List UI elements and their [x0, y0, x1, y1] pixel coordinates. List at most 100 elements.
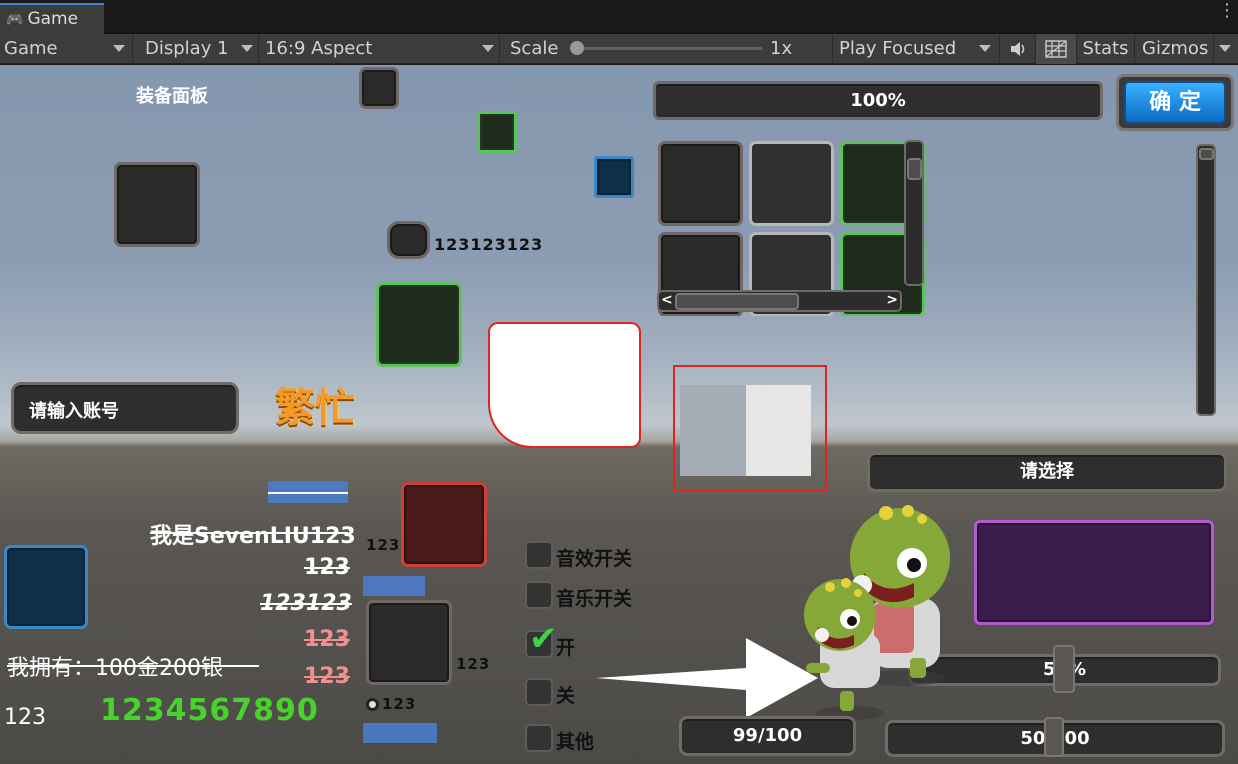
rich-text-line: 123 [304, 627, 350, 652]
slider-handle[interactable] [1044, 717, 1064, 757]
top-progress-text: 100% [850, 90, 906, 111]
scrollbar-handle[interactable] [907, 158, 922, 180]
strike-line [268, 492, 348, 494]
plain-number: 123 [4, 705, 46, 730]
stats-button[interactable]: Stats [1077, 34, 1135, 64]
toggle-grid-button[interactable] [1036, 34, 1077, 64]
play-mode-label: Play Focused [839, 38, 957, 59]
display-label: Display 1 [145, 38, 229, 59]
scale-slider-handle[interactable] [570, 41, 584, 55]
tab-game-label: Game [27, 9, 79, 29]
slider-handle[interactable] [1053, 645, 1075, 693]
aspect-dropdown[interactable]: 16:9 Aspect [259, 34, 500, 64]
scrollbar-handle[interactable] [1199, 148, 1214, 160]
vertical-scrollbar[interactable] [1196, 144, 1216, 416]
gizmos-dropdown[interactable]: Gizmos [1135, 34, 1238, 64]
radio-button[interactable] [366, 698, 379, 711]
radio-label: 123 [382, 695, 417, 713]
image-left-half [680, 385, 746, 476]
slot-number-label: 123123123 [434, 235, 544, 254]
busy-label: 繁忙 [275, 385, 355, 431]
grid-item-slot[interactable] [658, 141, 743, 226]
rich-text-line: 我是SevenLIU123 [150, 524, 356, 549]
toggle-other-checkbox[interactable] [525, 724, 553, 752]
account-input-placeholder: 请输入账号 [29, 401, 119, 422]
toggle-label: 其他 [556, 731, 595, 753]
toggle-label: 开 [556, 637, 576, 659]
image-frame [673, 365, 827, 492]
toggle-music-checkbox[interactable] [525, 581, 553, 609]
white-panel [488, 322, 641, 448]
dropdown-select[interactable]: 请选择 [867, 452, 1227, 492]
item-slot[interactable] [359, 67, 399, 109]
scale-label: Scale [510, 38, 559, 59]
confirm-button-label: 确 定 [1124, 81, 1226, 124]
hp-text: 99/100 [732, 725, 803, 746]
chevron-down-icon [113, 45, 125, 52]
item-slot[interactable] [114, 162, 200, 247]
chevron-left-icon[interactable]: < [661, 292, 673, 308]
gizmos-label: Gizmos [1142, 38, 1209, 59]
highlighted-text-block [363, 723, 437, 743]
item-slot[interactable] [477, 111, 517, 153]
toggle-label: 音效开关 [556, 548, 633, 570]
image-right-half [746, 385, 811, 476]
item-slot[interactable] [594, 156, 634, 198]
editor-tab-bar: 🎮 Game ⋮ [0, 0, 1238, 34]
item-slot[interactable] [4, 545, 88, 629]
divider [1213, 36, 1214, 62]
mute-audio-button[interactable] [1000, 34, 1036, 64]
account-input[interactable]: 请输入账号 [11, 382, 239, 434]
speaker-icon [1010, 42, 1024, 56]
strike-line [150, 532, 348, 534]
rich-text-line: 123 [304, 664, 350, 689]
zombie-characters [804, 505, 950, 720]
scrollbar-handle[interactable] [675, 293, 799, 310]
aspect-label: 16:9 Aspect [265, 38, 373, 59]
toggle-off-checkbox[interactable] [525, 678, 553, 706]
gamepad-icon: 🎮 [6, 12, 24, 28]
scroll-view-horizontal-scrollbar[interactable]: < > [657, 290, 902, 312]
chevron-down-icon [1219, 45, 1231, 52]
scroll-view-vertical-scrollbar[interactable] [904, 140, 924, 286]
toggle-label: 音乐开关 [556, 588, 633, 610]
display-dropdown[interactable]: Display 1 [133, 34, 259, 64]
item-slot[interactable] [366, 600, 452, 685]
dropdown-label: 请选择 [1020, 461, 1074, 482]
slot-count-label: 123 [456, 655, 491, 673]
equip-panel-title: 装备面板 [136, 86, 208, 107]
tab-game[interactable]: 🎮 Game [0, 3, 104, 34]
game-view-toolbar: Game Display 1 16:9 Aspect Scale 1x Play… [0, 34, 1238, 64]
play-mode-dropdown[interactable]: Play Focused [833, 34, 1000, 64]
view-mode-dropdown[interactable]: Game [0, 34, 133, 64]
chevron-down-icon [979, 45, 991, 52]
toggle-sound-checkbox[interactable] [525, 541, 553, 569]
grid-icon [1045, 40, 1067, 58]
rich-text-line: 123123 [260, 591, 352, 616]
item-slot[interactable] [376, 282, 462, 367]
item-slot-small[interactable] [387, 221, 430, 259]
toggle-label: 关 [556, 685, 576, 707]
scale-value: 1x [770, 38, 793, 59]
item-slot[interactable] [401, 482, 487, 567]
hp-progress-bar: 99/100 [679, 716, 856, 756]
game-scene: 装备面板 123123123 100% 确 定 < > 请输入账号 繁忙 请选择… [0, 65, 1238, 764]
chevron-right-icon[interactable]: > [886, 292, 898, 308]
stats-label: Stats [1082, 38, 1129, 59]
green-number: 1234567890 [100, 693, 319, 728]
rich-text-line: 123 [304, 555, 350, 580]
chevron-down-icon [482, 45, 494, 52]
item-slot[interactable] [974, 520, 1214, 625]
top-progress-bar: 100% [653, 81, 1103, 120]
white-arrow-icon [596, 638, 818, 718]
more-options-icon[interactable]: ⋮ [1218, 2, 1236, 20]
toggle-on-checkbox[interactable]: ✔ [525, 622, 558, 658]
highlighted-text-block [363, 576, 425, 596]
grid-item-slot[interactable] [749, 141, 834, 226]
strike-line [7, 665, 259, 667]
chevron-down-icon [241, 45, 253, 52]
confirm-button[interactable]: 确 定 [1116, 74, 1234, 131]
scale-slider-track[interactable] [576, 47, 762, 50]
view-mode-label: Game [4, 38, 58, 59]
checkmark-icon: ✔ [529, 619, 558, 659]
